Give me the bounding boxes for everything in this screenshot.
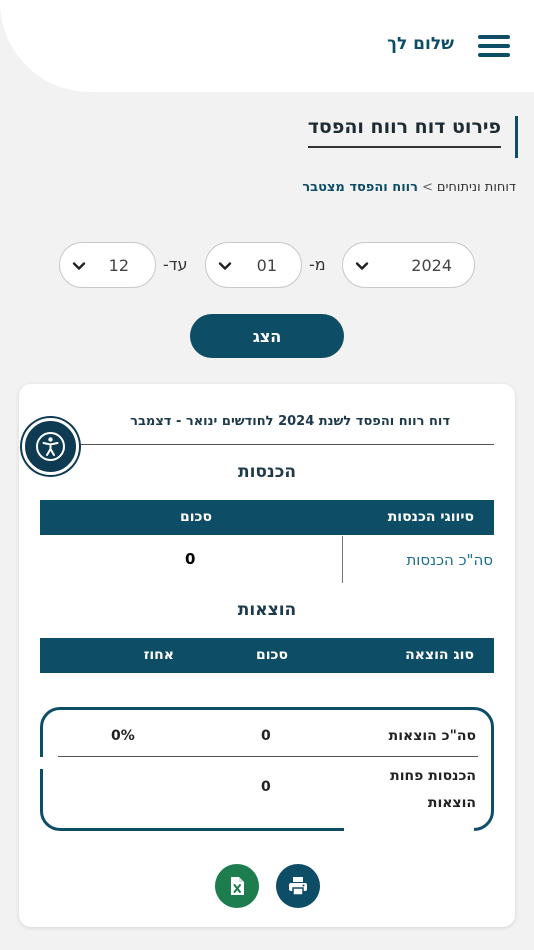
show-button[interactable]: הצג [190, 314, 344, 358]
from-label: מ- [309, 255, 326, 274]
frame-gap [344, 816, 474, 834]
expenses-section-title: הוצאות [237, 600, 297, 620]
page-title: פירוט דוח רווח והפסד [307, 116, 501, 148]
divider [58, 756, 478, 757]
greeting-text: שלום לך [387, 34, 454, 54]
to-label: עד- [163, 255, 188, 274]
chevron-down-icon [218, 262, 232, 270]
page-title-container: פירוט דוח רווח והפסד [307, 116, 518, 158]
year-select-value: 2024 [411, 256, 452, 275]
print-button[interactable] [276, 864, 320, 908]
expenses-total-percent: 0% [111, 728, 135, 744]
expenses-total-label: סה"כ הוצאות [388, 728, 476, 744]
report-title: דוח רווח והפסד לשנת 2024 לחודשים ינואר -… [130, 414, 450, 429]
from-month-value: 01 [256, 256, 277, 275]
income-col-amount: סכום [180, 509, 212, 525]
income-table-header: סיווגי הכנסות סכום [40, 500, 494, 535]
income-total-label[interactable]: סה"כ הכנסות [406, 551, 493, 569]
from-month-select[interactable]: 01 [205, 242, 302, 288]
divider [40, 444, 494, 445]
net-value: 0 [261, 779, 271, 795]
breadcrumb: דוחות וניתוחים >רווח והפסד מצטבר [302, 180, 516, 195]
chevron-down-icon [72, 262, 86, 270]
breadcrumb-current: רווח והפסד מצטבר [302, 180, 418, 195]
accessibility-icon [36, 432, 65, 461]
expenses-table-header: סוג הוצאה סכום אחוז [40, 638, 494, 673]
excel-icon [231, 877, 244, 895]
to-month-value: 12 [108, 256, 129, 275]
export-excel-button[interactable] [215, 864, 259, 908]
expenses-col-amount: סכום [256, 647, 288, 663]
breadcrumb-parent-link[interactable]: דוחות וניתוחים [437, 180, 516, 195]
income-total-value: 0 [185, 550, 196, 568]
hamburger-menu-icon[interactable] [478, 33, 512, 59]
breadcrumb-separator: > [421, 180, 433, 195]
net-label-line2: הוצאות [427, 795, 476, 811]
printer-icon [289, 877, 307, 896]
income-col-classification: סיווגי הכנסות [387, 509, 474, 525]
expenses-col-percent: אחוז [143, 647, 174, 663]
frame-gap [36, 757, 46, 769]
expenses-total-value: 0 [261, 728, 271, 744]
chevron-down-icon [355, 262, 369, 270]
expenses-col-type: סוג הוצאה [405, 647, 474, 663]
divider [342, 536, 343, 583]
to-month-select[interactable]: 12 [59, 242, 156, 288]
net-label-line1: הכנסות פחות [390, 768, 476, 784]
year-select[interactable]: 2024 [342, 242, 475, 288]
income-section-title: הכנסות [237, 462, 296, 482]
